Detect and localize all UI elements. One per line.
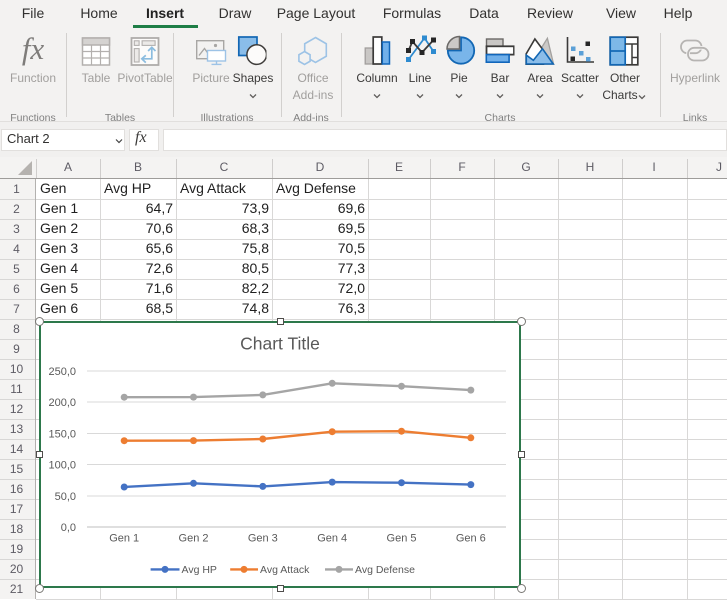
svg-text:150,0: 150,0 <box>48 428 76 440</box>
svg-text:Gen 4: Gen 4 <box>317 533 347 545</box>
svg-text:50,0: 50,0 <box>55 491 76 503</box>
svg-text:200,0: 200,0 <box>48 397 76 409</box>
svg-text:100,0: 100,0 <box>48 460 76 472</box>
svg-text:Gen 3: Gen 3 <box>248 533 278 545</box>
svg-text:Avg Attack: Avg Attack <box>260 564 310 576</box>
svg-text:Avg HP: Avg HP <box>182 564 217 576</box>
svg-text:Gen 2: Gen 2 <box>179 533 209 545</box>
svg-text:Gen 1: Gen 1 <box>109 533 139 545</box>
svg-text:Chart Title: Chart Title <box>240 334 320 354</box>
svg-text:Avg Defense: Avg Defense <box>355 564 415 576</box>
svg-text:Gen 6: Gen 6 <box>456 533 486 545</box>
svg-text:Gen 5: Gen 5 <box>387 533 417 545</box>
svg-text:0,0: 0,0 <box>61 522 76 534</box>
svg-text:250,0: 250,0 <box>48 366 76 378</box>
